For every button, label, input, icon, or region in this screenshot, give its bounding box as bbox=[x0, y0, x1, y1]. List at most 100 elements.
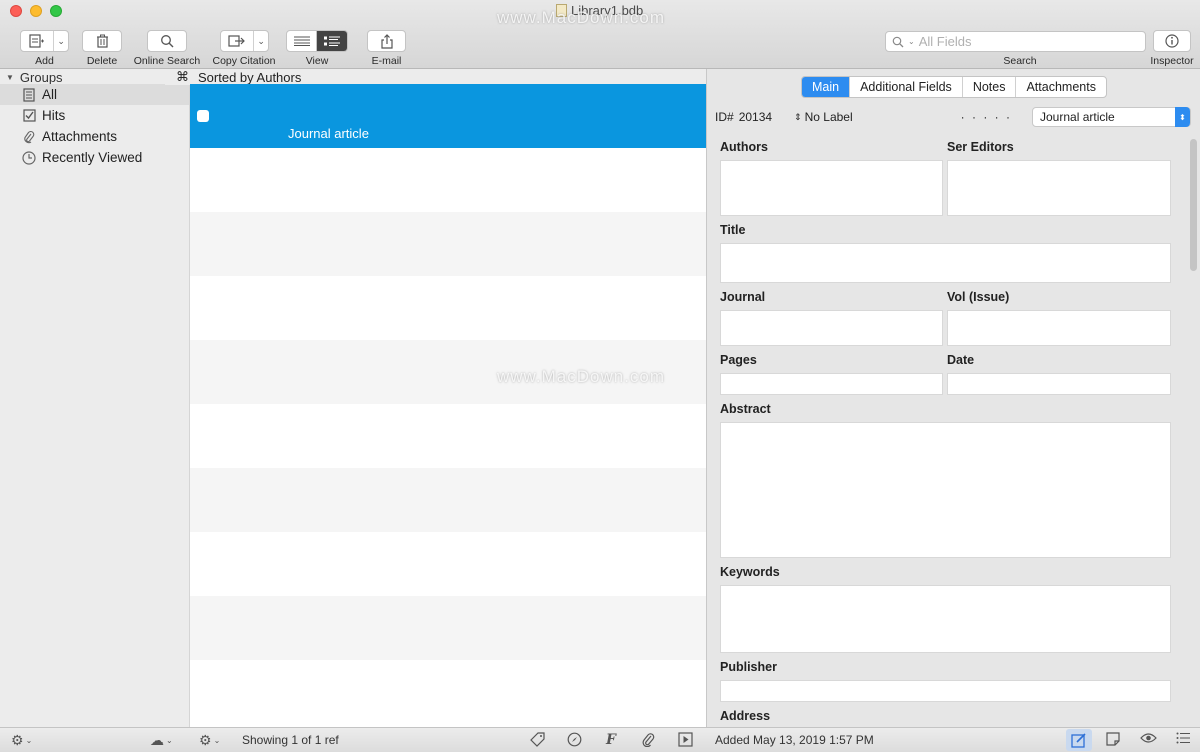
add-button[interactable]: ⌄ bbox=[20, 30, 69, 52]
add-reference-icon bbox=[21, 31, 55, 51]
format-icon[interactable]: F bbox=[606, 732, 616, 748]
search-scope-chevron-icon: ⌄ bbox=[908, 37, 915, 46]
chevron-down-icon[interactable]: ⌄ bbox=[254, 31, 268, 51]
library-icon bbox=[22, 87, 36, 102]
sidebar-item-all[interactable]: All bbox=[0, 84, 189, 105]
search-field[interactable]: ⌄ All Fields bbox=[885, 31, 1146, 52]
copy-citation-label: Copy Citation bbox=[212, 55, 276, 67]
inspector-button[interactable] bbox=[1153, 30, 1191, 52]
field-label-journal: Journal bbox=[720, 290, 766, 304]
empty-row bbox=[190, 276, 707, 340]
command-icon: ⌘ bbox=[176, 69, 189, 84]
pages-field[interactable] bbox=[720, 373, 943, 395]
clock-icon bbox=[22, 150, 36, 165]
compass-icon[interactable] bbox=[567, 732, 582, 747]
gear-menu-icon[interactable]: ⚙ ⌄ bbox=[199, 732, 220, 749]
groups-header[interactable]: ▼ Groups bbox=[0, 69, 189, 85]
empty-row bbox=[190, 660, 707, 724]
paperclip-icon bbox=[22, 130, 36, 144]
chevron-down-icon[interactable]: ⌄ bbox=[54, 31, 68, 51]
rating-control[interactable]: · · · · · bbox=[961, 110, 1012, 124]
label-popup[interactable]: No Label bbox=[805, 110, 853, 124]
list-icon[interactable] bbox=[1176, 732, 1190, 744]
updown-arrows-icon: ⬍ bbox=[1175, 107, 1190, 127]
view-segmented-control bbox=[286, 30, 348, 52]
keywords-field[interactable] bbox=[720, 585, 1171, 653]
close-window-button[interactable] bbox=[10, 5, 22, 17]
tab-main[interactable]: Main bbox=[802, 77, 851, 97]
sidebar-item-hits[interactable]: Hits bbox=[0, 105, 189, 126]
view-label: View bbox=[305, 55, 329, 67]
bottom-bar: ⚙ ⌄ ☁ ⌄ ⚙ ⌄ Showing 1 of 1 ref F Added May … bbox=[0, 727, 1200, 752]
abstract-field[interactable] bbox=[720, 422, 1171, 558]
label-stepper-icon[interactable]: ⇕ bbox=[794, 112, 802, 123]
date-field[interactable] bbox=[947, 373, 1171, 395]
authors-field[interactable] bbox=[720, 160, 943, 216]
sort-header[interactable]: ⌘ Sorted by Authors bbox=[165, 69, 707, 85]
empty-row bbox=[190, 532, 707, 596]
play-icon[interactable] bbox=[678, 732, 693, 747]
reference-row[interactable]: Journal article bbox=[190, 84, 707, 148]
sidebar-item-label: Recently Viewed bbox=[42, 150, 143, 165]
eye-icon[interactable] bbox=[1140, 732, 1157, 744]
sidebar-item-attachments[interactable]: Attachments bbox=[0, 126, 189, 147]
groups-header-label: Groups bbox=[19, 69, 63, 85]
note-icon[interactable] bbox=[1106, 732, 1120, 746]
field-label-title: Title bbox=[720, 223, 746, 237]
field-label-authors: Authors bbox=[720, 140, 768, 154]
detail-list-icon bbox=[324, 36, 340, 46]
zoom-window-button[interactable] bbox=[50, 5, 62, 17]
ser-editors-field[interactable] bbox=[947, 160, 1171, 216]
empty-row bbox=[190, 596, 707, 660]
status-text: Showing 1 of 1 ref bbox=[242, 733, 339, 747]
info-icon bbox=[1165, 34, 1179, 48]
email-label: E-mail bbox=[371, 55, 402, 67]
delete-button[interactable] bbox=[82, 30, 122, 52]
empty-row bbox=[190, 212, 707, 276]
sidebar-item-label: Hits bbox=[42, 108, 66, 123]
reference-type-select[interactable]: Journal article ⬍ bbox=[1032, 107, 1191, 127]
publisher-field[interactable] bbox=[720, 680, 1171, 702]
id-label: ID# bbox=[715, 110, 734, 124]
online-search-label: Online Search bbox=[133, 55, 201, 67]
copy-citation-button[interactable]: ⌄ bbox=[220, 30, 269, 52]
list-view-button[interactable] bbox=[287, 31, 318, 51]
checkbox-icon bbox=[22, 109, 36, 123]
field-label-vol-issue: Vol (Issue) bbox=[947, 290, 1010, 304]
cloud-menu-icon[interactable]: ☁ ⌄ bbox=[150, 732, 173, 749]
reference-type: Journal article bbox=[288, 126, 369, 141]
sort-label: Sorted by Authors bbox=[198, 69, 302, 85]
inspector-tabs: Main Additional Fields Notes Attachments bbox=[801, 76, 1107, 98]
detail-view-button[interactable] bbox=[317, 31, 347, 51]
search-label: Search bbox=[1003, 55, 1037, 67]
watermark: www.MacDown.com bbox=[497, 367, 666, 386]
search-icon bbox=[892, 36, 904, 47]
field-label-pages: Pages bbox=[720, 353, 757, 367]
tab-attachments[interactable]: Attachments bbox=[1016, 77, 1105, 97]
row-checkbox[interactable] bbox=[197, 110, 209, 122]
reference-type-value: Journal article bbox=[1040, 110, 1115, 124]
tab-notes[interactable]: Notes bbox=[963, 77, 1017, 97]
inspector-scrollbar[interactable] bbox=[1190, 139, 1197, 271]
share-icon bbox=[380, 33, 393, 49]
title-field[interactable] bbox=[720, 243, 1171, 283]
field-label-keywords: Keywords bbox=[720, 565, 780, 579]
tag-icon[interactable] bbox=[530, 732, 545, 747]
add-label: Add bbox=[35, 55, 54, 67]
watermark: www.MacDown.com bbox=[497, 8, 666, 27]
disclosure-triangle-icon[interactable]: ▼ bbox=[6, 73, 14, 82]
inspector-label: Inspector bbox=[1150, 55, 1194, 67]
journal-field[interactable] bbox=[720, 310, 943, 346]
gear-menu-icon[interactable]: ⚙ ⌄ bbox=[11, 732, 32, 749]
sidebar-item-recently-viewed[interactable]: Recently Viewed bbox=[0, 147, 189, 168]
empty-row bbox=[190, 468, 707, 532]
online-search-button[interactable] bbox=[147, 30, 187, 52]
vol-issue-field[interactable] bbox=[947, 310, 1171, 346]
magnifier-icon bbox=[161, 35, 174, 48]
tab-additional-fields[interactable]: Additional Fields bbox=[850, 77, 963, 97]
sidebar-item-label: Attachments bbox=[42, 129, 118, 144]
email-button[interactable] bbox=[367, 30, 406, 52]
minimize-window-button[interactable] bbox=[30, 5, 42, 17]
empty-row bbox=[190, 148, 707, 212]
paperclip-icon[interactable] bbox=[642, 732, 655, 747]
